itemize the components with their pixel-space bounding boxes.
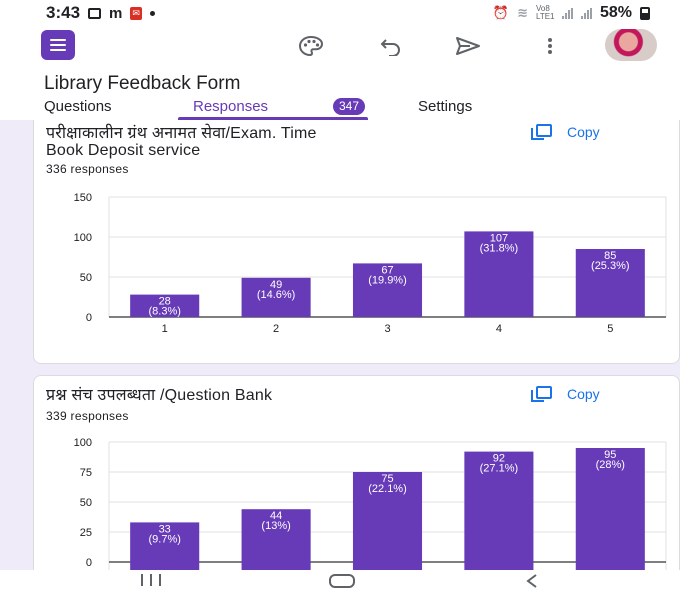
y-tick-label: 150 <box>74 192 92 204</box>
question-title-line: परीक्षाकालीन ग्रंथ अनामत सेवा/Exam. Time <box>46 125 317 142</box>
forms-app-icon[interactable] <box>41 30 75 60</box>
bar-percent-label: (28%) <box>596 459 625 471</box>
copy-button[interactable]: Copy <box>531 124 600 140</box>
responses-content[interactable]: परीक्षाकालीन ग्रंथ अनामत सेवा/Exam. Time… <box>0 120 680 570</box>
question-card: प्रश्न संच उपलब्धता /Question Bank 339 r… <box>33 375 680 570</box>
x-tick-label: 2 <box>273 323 279 335</box>
tab-responses[interactable]: Responses <box>193 98 268 115</box>
tab-settings[interactable]: Settings <box>418 98 472 115</box>
bar-percent-label: (9.7%) <box>148 533 180 545</box>
response-count: 336 responses <box>46 162 129 176</box>
signal-icon <box>561 7 573 19</box>
toolbar <box>0 28 680 64</box>
form-title: Library Feedback Form <box>44 73 241 94</box>
copy-icon <box>531 124 553 140</box>
y-tick-label: 50 <box>80 497 92 509</box>
x-tick-label: 5 <box>607 323 613 335</box>
home-icon[interactable] <box>328 573 356 589</box>
question-title: प्रश्न संच उपलब्धता /Question Bank <box>46 387 516 404</box>
mail-icon: ✉ <box>130 6 142 20</box>
undo-icon[interactable] <box>377 32 405 60</box>
gallery-icon <box>88 7 102 19</box>
tab-bar: Questions Responses 347 Settings <box>0 98 680 120</box>
bar-chart: 05010015028(8.3%)149(14.6%)267(19.9%)310… <box>74 192 667 335</box>
bar-percent-label: (14.6%) <box>257 289 296 301</box>
more-vert-icon[interactable] <box>536 32 564 60</box>
x-tick-label: 3 <box>384 323 390 335</box>
y-tick-label: 100 <box>74 437 92 449</box>
copy-label: Copy <box>567 124 600 140</box>
navigation-bar <box>0 570 680 595</box>
copy-label: Copy <box>567 386 600 402</box>
bar-percent-label: (25.3%) <box>591 260 630 272</box>
question-title: परीक्षाकालीन ग्रंथ अनामत सेवा/Exam. Time… <box>46 125 516 159</box>
copy-button[interactable]: Copy <box>531 386 600 402</box>
back-icon[interactable] <box>524 573 540 589</box>
y-tick-label: 0 <box>86 557 92 569</box>
battery-percent: 58% <box>599 4 632 21</box>
y-tick-label: 0 <box>86 312 92 324</box>
bar-percent-label: (13%) <box>261 520 290 532</box>
carrier-label: Vo8 LTE1 <box>535 4 555 21</box>
question-title-line: Book Deposit service <box>46 142 201 159</box>
responses-count-badge: 347 <box>333 98 366 115</box>
battery-icon <box>640 6 650 20</box>
avatar[interactable] <box>605 29 657 61</box>
bar-chart: 025507510033(9.7%)44(13%)75(22.1%)92(27.… <box>74 437 667 570</box>
bar-percent-label: (27.1%) <box>480 463 519 475</box>
dot-icon <box>149 10 155 16</box>
status-bar: 3:43 m ✉ ⏰ ≋ Vo8 LTE1 58% <box>0 0 680 26</box>
wifi-icon: ≋ <box>517 5 528 20</box>
bar-percent-label: (19.9%) <box>368 274 407 286</box>
y-tick-label: 50 <box>80 272 92 284</box>
y-tick-label: 100 <box>74 232 92 244</box>
alarm-icon: ⏰ <box>492 5 510 20</box>
palette-icon[interactable] <box>297 32 325 60</box>
y-tick-label: 75 <box>80 467 92 479</box>
status-time: 3:43 <box>46 3 81 22</box>
response-count: 339 responses <box>46 409 129 423</box>
recents-icon[interactable] <box>138 573 164 587</box>
m-icon: m <box>109 4 123 22</box>
bar-percent-label: (22.1%) <box>368 483 407 495</box>
send-icon[interactable] <box>454 32 482 60</box>
bar-percent-label: (8.3%) <box>148 306 180 318</box>
y-tick-label: 25 <box>80 527 92 539</box>
x-tick-label: 1 <box>162 323 168 335</box>
tab-questions[interactable]: Questions <box>44 98 112 115</box>
question-title-line: प्रश्न संच उपलब्धता /Question Bank <box>46 387 273 404</box>
signal-icon-2 <box>580 7 592 19</box>
question-card: परीक्षाकालीन ग्रंथ अनामत सेवा/Exam. Time… <box>33 120 680 364</box>
x-tick-label: 4 <box>496 323 502 335</box>
bar-percent-label: (31.8%) <box>480 242 519 254</box>
copy-icon <box>531 386 553 402</box>
